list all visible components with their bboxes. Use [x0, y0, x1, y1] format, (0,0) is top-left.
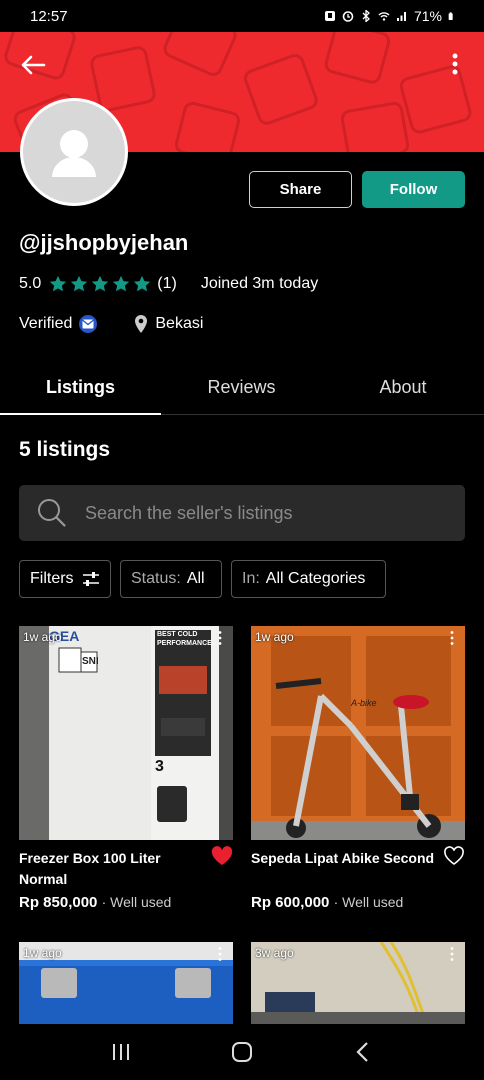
tab-about[interactable]: About: [322, 360, 484, 414]
freezer-number-text: 3: [155, 758, 164, 775]
user-placeholder-icon: [52, 130, 96, 177]
star-icon: [113, 275, 130, 292]
status-time: 12:57: [30, 7, 68, 25]
recent-apps-button[interactable]: [106, 1037, 136, 1067]
search-placeholder: Search the seller's listings: [85, 502, 293, 523]
rating-row: 5.0 (1) Joined 3m today: [19, 272, 318, 296]
heart-filled-icon[interactable]: [211, 846, 233, 866]
rating-stars: [49, 275, 151, 293]
battery-level: 71%: [413, 8, 442, 24]
star-icon: [71, 275, 88, 292]
bluetooth-icon: [362, 10, 370, 22]
filter-chips: Filters Status: All In: All Categories: [19, 560, 386, 598]
rating-value: 5.0: [19, 275, 42, 292]
profile-tabs: Listings Reviews About: [0, 360, 484, 415]
more-vertical-icon[interactable]: [215, 630, 225, 646]
listing-age: 1w ago: [23, 630, 62, 644]
search-icon: [38, 499, 66, 527]
joined-text: Joined 3m today: [200, 275, 319, 292]
review-count[interactable]: (1): [157, 275, 177, 293]
location-text: Bekasi: [155, 315, 204, 332]
listing-image[interactable]: 1w ago: [19, 942, 233, 1024]
notification-icon: [324, 11, 335, 21]
category-filter-button[interactable]: In: All Categories: [231, 560, 386, 598]
share-button[interactable]: Share: [249, 171, 352, 208]
freezer-sni-text: SNI: [82, 656, 99, 667]
listing-image[interactable]: A-bike 1w ago: [251, 626, 465, 840]
listing-price-row: Rp 850,000 · Well used: [19, 894, 171, 911]
listing-price-row: Rp 600,000 · Well used: [251, 894, 403, 911]
star-icon: [134, 275, 151, 292]
location-pin-icon: [135, 315, 148, 333]
freezer-photo: [19, 626, 233, 840]
home-icon: [231, 1042, 252, 1062]
search-input[interactable]: Search the seller's listings: [19, 485, 465, 541]
listing-price: Rp 850,000: [19, 894, 98, 911]
listings-count-heading: 5 listings: [19, 438, 111, 461]
sliders-icon: [82, 572, 99, 586]
listing-condition: · Well used: [333, 894, 404, 910]
battery-icon: [448, 12, 453, 20]
listing-age: 1w ago: [23, 946, 62, 960]
heart-outline-icon[interactable]: [443, 846, 465, 866]
listing-title[interactable]: Sepeda Lipat Abike Second: [251, 848, 441, 869]
home-button[interactable]: [227, 1037, 257, 1067]
meta-row: Verified Bekasi: [19, 312, 203, 336]
more-vertical-icon[interactable]: [444, 50, 466, 80]
filters-label: Filters: [30, 570, 74, 587]
avatar[interactable]: [20, 98, 128, 206]
listing-card[interactable]: 1w ago: [19, 942, 233, 1024]
listing-price: Rp 600,000: [251, 894, 330, 911]
status-filter-value: All: [186, 570, 205, 587]
category-filter-label: In:: [242, 570, 260, 587]
signal-icon: [396, 12, 406, 21]
listing-image[interactable]: GEA SNI BEST COLD PERFORMANCE 3 1w ago: [19, 626, 233, 840]
bike-brand-text: A-bike: [351, 698, 377, 708]
status-filter-button[interactable]: Status: All: [120, 560, 222, 598]
recent-apps-icon: [112, 1044, 129, 1060]
alarm-icon: [342, 11, 354, 22]
more-vertical-icon[interactable]: [447, 630, 457, 646]
follow-button[interactable]: Follow: [362, 171, 465, 208]
listing-title[interactable]: Freezer Box 100 Liter Normal: [19, 848, 209, 890]
listing-card[interactable]: GEA SNI BEST COLD PERFORMANCE 3 1w ago F…: [19, 626, 233, 911]
chevron-left-icon: [356, 1042, 369, 1062]
status-filter-label: Status:: [131, 570, 181, 587]
listing-age: 3w ago: [255, 946, 294, 960]
filters-button[interactable]: Filters: [19, 560, 111, 598]
email-verified-icon[interactable]: [79, 315, 98, 333]
listing-card[interactable]: 3w ago: [251, 942, 465, 1024]
listing-condition: · Well used: [101, 894, 172, 910]
tab-reviews[interactable]: Reviews: [161, 360, 322, 414]
more-vertical-icon[interactable]: [447, 946, 457, 962]
star-icon: [50, 275, 67, 292]
status-bar: 12:57 71%: [0, 0, 484, 32]
listing-age: 1w ago: [255, 630, 294, 644]
freezer-tagline-text: BEST COLD PERFORMANCE: [157, 631, 212, 647]
star-icon: [92, 275, 109, 292]
status-icons: 71%: [324, 8, 456, 24]
verified-label: Verified: [19, 315, 73, 332]
listing-card[interactable]: A-bike 1w ago Sepeda Lipat Abike Second …: [251, 626, 465, 911]
tab-listings[interactable]: Listings: [0, 360, 161, 415]
username: @jjshopbyjehan: [19, 230, 189, 255]
system-nav-bar: [0, 1024, 484, 1080]
listing-image[interactable]: 3w ago: [251, 942, 465, 1024]
category-filter-value: All Categories: [265, 570, 366, 587]
more-vertical-icon[interactable]: [215, 946, 225, 962]
arrow-left-icon[interactable]: [18, 50, 48, 80]
folding-bike-photo: [251, 626, 465, 840]
wifi-icon: [378, 12, 390, 21]
back-button[interactable]: [348, 1037, 378, 1067]
